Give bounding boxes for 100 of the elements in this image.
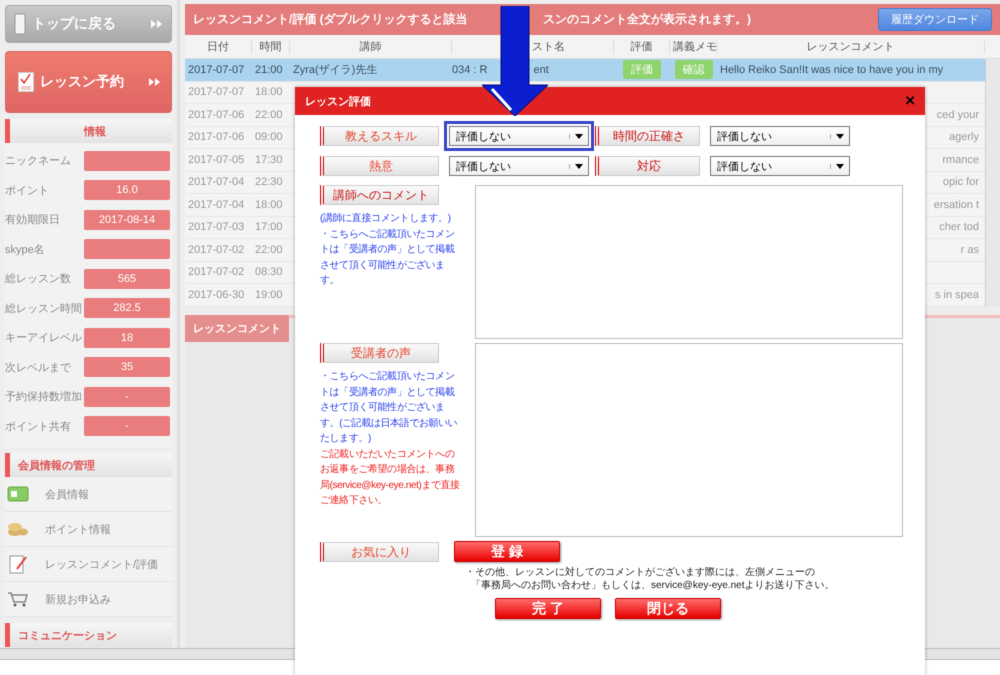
time-cell-text: 22:00	[254, 244, 284, 256]
column-header: 評価	[614, 39, 670, 54]
info-label: ニックネーム	[5, 154, 71, 168]
date-cell-text: 2017-07-04	[187, 198, 246, 211]
info-label: ポイント共有	[5, 420, 71, 434]
note-text: ご記載いただいたコメントへのお返事をご希望の場合は、事務局(service@key-eye.net)まで直接ご連絡下さい。	[320, 448, 460, 508]
double-arrow-icon	[151, 20, 163, 28]
info-label: ポイント	[5, 184, 49, 198]
column-header: 時間	[252, 39, 290, 54]
time-cell-text: 22:30	[254, 176, 284, 188]
section-label: 受講者の声	[320, 343, 439, 363]
info-value: 2017-08-14	[84, 210, 170, 230]
menu-item[interactable]: 会員情報	[5, 477, 172, 512]
checklist-icon	[18, 72, 34, 92]
rating-button[interactable]: 評価	[623, 60, 661, 80]
rating-dropdown[interactable]: 評価しない	[710, 126, 850, 146]
column-header: 講師	[290, 39, 452, 54]
column-header: 日付	[185, 39, 252, 54]
info-value: -	[84, 416, 170, 436]
teacher-cell: Zyra(ザイラ)先生	[293, 64, 378, 76]
close-button[interactable]: ×	[905, 91, 915, 111]
info-value: 565	[84, 268, 170, 289]
rating-label: 教えるスキル	[320, 126, 439, 146]
comment-cell: Hello Reiko San!It was nice to have you in my	[720, 64, 944, 76]
comment-cell: ced your	[936, 108, 979, 121]
complete-button[interactable]: 完 了	[495, 598, 601, 619]
note-text: ・こちらへご記載頂いたコメントは「受講者の声」として掲載させて頂く可能性がございます。(ご記載は日本語でお願いいたします。)	[320, 370, 458, 446]
date-cell-text: 2017-07-02	[187, 244, 246, 256]
rating-dropdown[interactable]: 評価しない	[449, 156, 589, 176]
info-label: 次レベルまで	[5, 360, 71, 375]
info-label: skype名	[5, 242, 45, 257]
footer-note: 「事務局へのお問い合わせ」もしくは、service@key-eye.netよりお送り下さい。	[471, 579, 836, 592]
time-cell-text: 18:00	[254, 198, 284, 211]
info-label: キーアイレベル	[5, 331, 82, 346]
door-icon	[14, 13, 26, 35]
column-header: 講義メモ	[670, 39, 717, 54]
clipboard-pen-icon	[7, 554, 29, 574]
column-header: レッスンコメント	[717, 39, 985, 54]
date-cell-text: 2017-07-06	[187, 131, 246, 144]
page-title: レッスンコメント/評価 (ダブルクリックすると該当	[193, 11, 469, 28]
footer-note: ・その他、レッスンに対してのコメントがございます際には、左側メニューの	[465, 566, 816, 579]
time-cell-text: 22:00	[254, 108, 284, 121]
page-title: スンのコメント全文が表示されます。)	[543, 11, 751, 28]
comment-cell: cher tod	[939, 221, 979, 234]
vertical-scrollbar[interactable]	[985, 59, 1000, 306]
panel-tab[interactable]: レッスンコメント	[185, 314, 289, 342]
comment-cell: opic for	[942, 176, 979, 188]
info-value: 282.5	[84, 298, 170, 318]
time-cell-text: 21:00	[254, 64, 284, 76]
back-to-top-button[interactable]: トップに戻る	[5, 5, 172, 43]
rating-dropdown[interactable]: 評価しない	[710, 156, 850, 176]
section-title: 会員情報の管理	[18, 458, 95, 472]
comment-cell: r as	[960, 244, 979, 256]
rating-label: 対応	[595, 156, 700, 176]
time-cell-text: 09:00	[254, 131, 284, 144]
info-label: 総レッスン数	[5, 272, 71, 286]
lesson-name-cell: 034 : R	[452, 64, 488, 76]
menu-item[interactable]: ポイント情報	[5, 512, 172, 547]
comment-textarea[interactable]	[475, 343, 903, 537]
time-cell-text: 17:00	[254, 221, 284, 234]
rating-dropdown[interactable]: 評価しない	[449, 126, 589, 146]
date-cell-text: 2017-07-03	[187, 221, 246, 234]
comment-cell: rmance	[942, 154, 979, 166]
comment-cell: agerly	[949, 131, 979, 144]
menu-item[interactable]: レッスンコメント/評価	[5, 547, 172, 582]
section-title: 情報	[84, 124, 106, 138]
info-value: -	[84, 386, 170, 407]
time-cell-text: 17:30	[254, 154, 284, 166]
double-arrow-icon	[149, 78, 161, 86]
time-cell-text: 08:30	[254, 266, 284, 278]
date-cell-text: 2017-07-05	[187, 154, 246, 166]
lesson-name-cell: ent	[533, 64, 549, 76]
rating-label: 熱意	[320, 156, 439, 176]
section-title: コミュニケーション	[18, 628, 117, 642]
info-value: 18	[84, 328, 170, 348]
time-cell-text: 19:00	[254, 288, 284, 301]
cart-icon	[7, 591, 29, 607]
close-dialog-button[interactable]: 閉じる	[615, 598, 721, 619]
note-text: (講師に直接コメントします。)	[320, 212, 452, 226]
section-label: 講師へのコメント	[320, 185, 439, 205]
date-cell-text: 2017-07-06	[187, 108, 246, 121]
comment-cell: ersation t	[934, 198, 979, 211]
memo-button[interactable]: 確認	[674, 60, 712, 80]
register-button[interactable]: 登 録	[454, 541, 560, 562]
info-value: 35	[84, 357, 170, 378]
lesson-reservation-button[interactable]: レッスン予約	[5, 51, 172, 113]
coins-icon	[7, 521, 29, 537]
info-label: 予約保持数増加	[5, 390, 82, 404]
info-label: 総レッスン時間	[5, 302, 82, 316]
time-cell-text: 18:00	[254, 86, 284, 98]
dialog-title: レッスン評価	[305, 94, 371, 108]
date-cell-text: 2017-07-07	[187, 86, 246, 98]
comment-textarea[interactable]	[475, 185, 903, 339]
date-cell-text: 2017-06-30	[187, 288, 246, 301]
date-cell-text: 2017-07-04	[187, 176, 246, 188]
table-row[interactable]: 2017-07-07 21:00 Zyra(ザイラ)先生 034 : R ent 評価 確認 Hello Reiko San!It was nice to have you in my	[185, 59, 985, 82]
download-history-button[interactable]: 履歴ダウンロード	[878, 8, 992, 31]
comment-cell: s in spea	[934, 288, 979, 301]
rating-label: 時間の正確さ	[595, 126, 700, 146]
menu-item[interactable]: 新規お申込み	[5, 582, 172, 617]
